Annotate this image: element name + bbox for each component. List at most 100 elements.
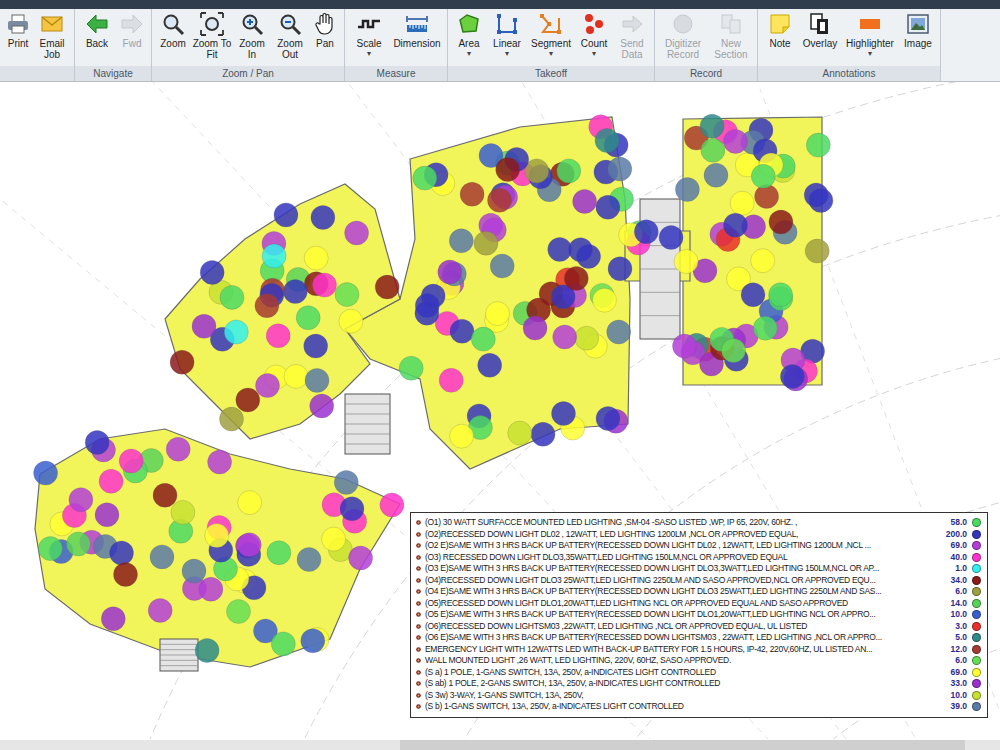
count-marker[interactable] [283, 280, 307, 304]
toolbar-button[interactable]: Zoom [156, 12, 190, 49]
count-marker[interactable] [340, 497, 364, 521]
count-marker[interactable] [575, 326, 599, 350]
toolbar-button[interactable]: Zoom In [234, 12, 270, 60]
count-marker[interactable] [806, 133, 830, 157]
count-marker[interactable] [38, 537, 62, 561]
count-marker[interactable] [673, 334, 697, 358]
toolbar-button[interactable]: Image [900, 12, 936, 49]
count-marker[interactable] [478, 353, 502, 377]
count-marker[interactable] [596, 195, 620, 219]
count-marker[interactable] [380, 493, 404, 517]
toolbar-button[interactable]: Back [79, 12, 115, 49]
toolbar-button[interactable]: Dimension [391, 12, 443, 49]
count-marker[interactable] [704, 163, 728, 187]
count-marker[interactable] [607, 320, 631, 344]
count-marker[interactable] [85, 431, 109, 455]
toolbar-button[interactable]: Overlay [800, 12, 840, 49]
count-marker[interactable] [349, 546, 373, 570]
toolbar-button[interactable]: Scale▾ [349, 12, 389, 58]
toolbar-button[interactable]: Segment▾ [528, 12, 574, 58]
count-marker[interactable] [474, 231, 498, 255]
count-marker[interactable] [69, 488, 93, 512]
count-marker[interactable] [153, 483, 177, 507]
count-marker[interactable] [634, 220, 658, 244]
count-marker[interactable] [769, 283, 793, 307]
count-marker[interactable] [573, 189, 597, 213]
legend-row[interactable]: (O2 E)SAME WITH 3 HRS BACK UP BATTERY(RE… [415, 540, 983, 552]
count-marker[interactable] [675, 178, 699, 202]
dropdown-arrow[interactable]: ▾ [505, 49, 509, 58]
count-marker[interactable] [182, 559, 206, 583]
count-marker[interactable] [284, 364, 308, 388]
count-marker[interactable] [471, 327, 495, 351]
count-marker[interactable] [200, 260, 224, 284]
count-marker[interactable] [311, 206, 335, 230]
toolbar-button[interactable]: Note [762, 12, 798, 49]
scrollbar-thumb[interactable] [400, 740, 965, 750]
legend-row[interactable]: (O4)RECESSED DOWN LIGHT DLO3 25WATT,LED … [415, 575, 983, 587]
toolbar-button[interactable]: Count▾ [576, 12, 612, 58]
toolbar-button[interactable]: Zoom To Fit [192, 12, 232, 60]
count-marker[interactable] [227, 600, 251, 624]
count-marker[interactable] [220, 407, 244, 431]
legend-row[interactable]: (O6 E)SAME WITH 3 HRS BACK UP BATTERY(RE… [415, 632, 983, 644]
count-marker[interactable] [304, 334, 328, 358]
count-marker[interactable] [255, 294, 279, 318]
count-marker[interactable] [804, 183, 828, 207]
count-marker[interactable] [305, 368, 329, 392]
count-marker[interactable] [490, 254, 514, 278]
count-marker[interactable] [334, 470, 358, 494]
count-marker[interactable] [313, 273, 337, 297]
toolbar-button[interactable]: Linear▾ [488, 12, 526, 58]
horizontal-scrollbar[interactable] [0, 740, 1000, 750]
legend-row[interactable]: (S b) 1-GANS SWITCH, 13A, 250V, a-INDICA… [415, 701, 983, 713]
legend-row[interactable]: (O5 E)SAME WITH 3 HRS BACK UP BATTERY(RE… [415, 609, 983, 621]
count-marker[interactable] [769, 210, 793, 234]
count-marker[interactable] [95, 503, 119, 527]
legend-row[interactable]: (O6)RECESSED DOWN LIGHTSM03 ,22WATT, LED… [415, 621, 983, 633]
count-marker[interactable] [439, 368, 463, 392]
count-marker[interactable] [304, 246, 328, 270]
legend-row[interactable]: EMERGENCY LIGHT WITH 12WATTS LED WITH BA… [415, 644, 983, 656]
count-marker[interactable] [34, 461, 58, 485]
count-marker[interactable] [751, 249, 775, 273]
count-marker[interactable] [488, 188, 512, 212]
room-area[interactable] [35, 429, 400, 667]
count-marker[interactable] [220, 285, 244, 309]
count-marker[interactable] [523, 316, 547, 340]
legend-row[interactable]: (O1) 30 WATT SURFACCE MOUNTED LED LIGHTI… [415, 517, 983, 529]
drawing-canvas[interactable]: (O1) 30 WATT SURFACCE MOUNTED LED LIGHTI… [0, 82, 1000, 740]
count-marker[interactable] [595, 129, 619, 153]
count-marker[interactable] [301, 629, 325, 653]
dropdown-arrow[interactable]: ▾ [467, 49, 471, 58]
count-marker[interactable] [345, 221, 369, 245]
count-marker[interactable] [339, 309, 363, 333]
count-marker[interactable] [199, 577, 223, 601]
count-marker[interactable] [701, 138, 725, 162]
count-marker[interactable] [413, 166, 437, 190]
count-marker[interactable] [751, 164, 775, 188]
room-area[interactable] [683, 117, 822, 385]
count-marker[interactable] [166, 437, 190, 461]
count-marker[interactable] [593, 288, 617, 312]
legend-row[interactable]: (S a) 1 POLE, 1-GANS SWITCH, 13A, 250V, … [415, 667, 983, 679]
count-marker[interactable] [450, 319, 474, 343]
toolbar-button[interactable]: Print [4, 12, 32, 49]
count-marker[interactable] [119, 449, 143, 473]
count-marker[interactable] [552, 402, 576, 426]
count-marker[interactable] [722, 339, 746, 363]
count-marker[interactable] [224, 320, 248, 344]
toolbar-button[interactable]: Highlighter▾ [842, 12, 898, 58]
count-marker[interactable] [780, 365, 804, 389]
count-marker[interactable] [296, 306, 320, 330]
count-marker[interactable] [659, 226, 683, 250]
count-marker[interactable] [741, 283, 765, 307]
legend-row[interactable]: (O3) RECESSED DOWN LIGHT DLO3,35WATT,LED… [415, 552, 983, 564]
count-marker[interactable] [310, 394, 334, 418]
count-marker[interactable] [564, 266, 588, 290]
count-marker[interactable] [205, 524, 229, 548]
count-marker[interactable] [236, 388, 260, 412]
count-marker[interactable] [256, 374, 280, 398]
count-marker[interactable] [449, 229, 473, 253]
count-marker[interactable] [66, 532, 90, 556]
